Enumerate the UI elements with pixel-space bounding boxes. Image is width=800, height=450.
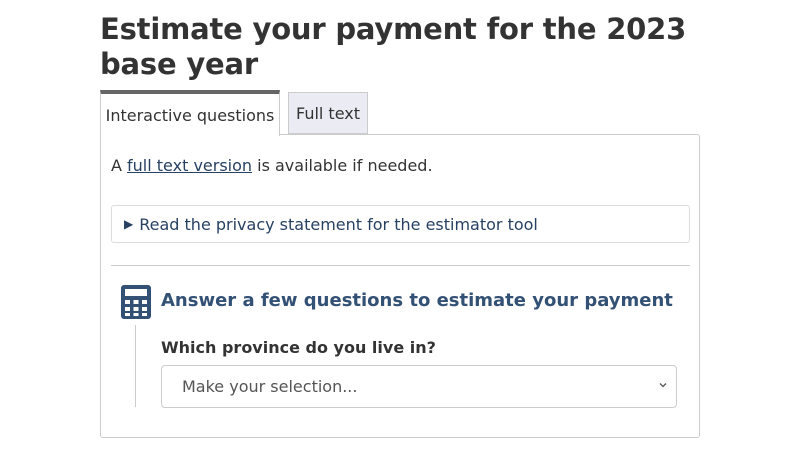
province-select-value: Make your selection... — [182, 377, 358, 396]
privacy-statement-details[interactable]: ▶ Read the privacy statement for the est… — [111, 205, 690, 243]
question-heading: Answer a few questions to estimate your … — [161, 290, 673, 311]
privacy-summary-label: Read the privacy statement for the estim… — [139, 214, 538, 234]
calculator-icon — [121, 285, 151, 319]
intro-prefix: A — [111, 156, 128, 175]
chevron-down-icon — [659, 383, 667, 388]
expand-triangle-icon: ▶ — [124, 217, 134, 231]
intro-suffix: is available if needed. — [252, 156, 433, 175]
province-select[interactable]: Make your selection... — [161, 365, 677, 408]
full-text-link[interactable]: full text version — [127, 156, 252, 175]
intro-text: A full text version is available if need… — [111, 155, 433, 177]
tab-interactive-questions[interactable]: Interactive questions — [100, 90, 280, 136]
tab-list: Interactive questions Full text — [100, 90, 700, 136]
tab-panel: A full text version is available if need… — [100, 134, 700, 438]
page-title: Estimate your payment for the 2023 base … — [100, 12, 687, 81]
province-question-label: Which province do you live in? — [161, 338, 436, 357]
divider — [111, 265, 690, 266]
tab-full-text[interactable]: Full text — [288, 92, 368, 134]
question-guide-line — [135, 325, 136, 407]
